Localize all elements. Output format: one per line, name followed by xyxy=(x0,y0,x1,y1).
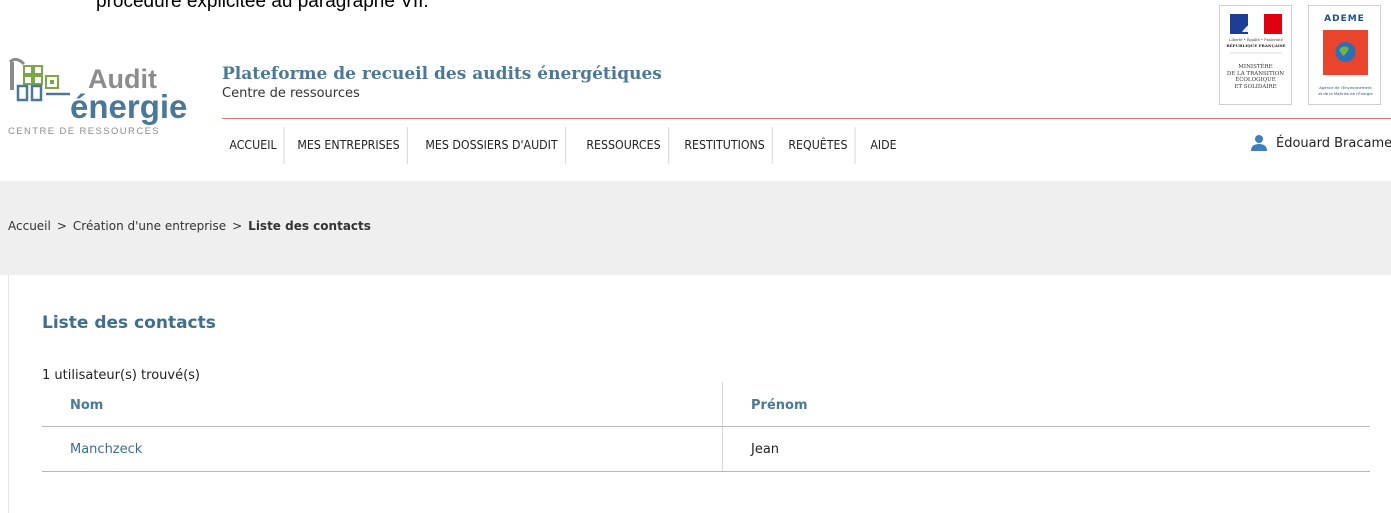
ministry-logo[interactable]: Liberté • Égalité • Fraternité RÉPUBLIQU… xyxy=(1219,5,1292,105)
nav-item-mes-dossiers-audit[interactable]: Mes dossiers d'audit xyxy=(418,126,567,164)
breadcrumb-item-creation-entreprise[interactable]: Création d'une entreprise xyxy=(73,219,226,233)
main-nav: Accueil Mes entreprises Mes dossiers d'a… xyxy=(222,126,907,164)
column-header-nom[interactable]: Nom xyxy=(42,382,722,426)
marianne-icon: Liberté • Égalité • Fraternité RÉPUBLIQU… xyxy=(1226,14,1286,54)
breadcrumb: Accueil > Création d'une entreprise > Li… xyxy=(8,219,371,233)
nav-item-accueil[interactable]: Accueil xyxy=(222,126,285,164)
partner-logos: Liberté • Égalité • Fraternité RÉPUBLIQU… xyxy=(1219,5,1381,105)
cell-nom: Manchzeck xyxy=(42,427,722,471)
breadcrumb-item-accueil[interactable]: Accueil xyxy=(8,219,51,233)
contacts-table: Nom Prénom Manchzeck Jean xyxy=(42,382,1370,472)
nav-item-requetes[interactable]: Requêtes xyxy=(781,126,857,164)
logo-tagline: CENTRE DE RESSOURCES xyxy=(8,126,161,137)
user-menu[interactable]: Édouard Bracame ⌄ xyxy=(1250,134,1391,152)
nav-item-restitutions[interactable]: Restitutions xyxy=(677,126,774,164)
page-title: Liste des contacts xyxy=(42,313,216,333)
ademe-caption-1: Agence de l'Environnement xyxy=(1319,85,1372,90)
table-header-row: Nom Prénom xyxy=(42,382,1370,427)
column-header-prenom[interactable]: Prénom xyxy=(722,382,1370,426)
breadcrumb-band: Accueil > Création d'une entreprise > Li… xyxy=(0,181,1391,275)
table-row: Manchzeck Jean xyxy=(42,427,1370,472)
platform-subtitle: Centre de ressources xyxy=(222,86,360,101)
contact-link[interactable]: Manchzeck xyxy=(70,442,142,457)
breadcrumb-separator: > xyxy=(56,219,67,233)
ademe-emblem-icon: Agence de l'Environnement et de la Maîtr… xyxy=(1318,30,1373,96)
ministry-line: ET SOLIDAIRE xyxy=(1234,83,1277,90)
ademe-caption-2: et de la Maîtrise de l'Énergie xyxy=(1318,91,1373,96)
breadcrumb-separator: > xyxy=(232,219,243,233)
logo-graphic: Audit énergie xyxy=(8,57,187,125)
cell-prenom: Jean xyxy=(722,427,1370,471)
results-count: 1 utilisateur(s) trouvé(s) xyxy=(42,368,200,383)
ministry-republic: RÉPUBLIQUE FRANÇAISE xyxy=(1226,43,1285,48)
breadcrumb-item-current: Liste des contacts xyxy=(248,219,371,233)
ministry-motto: Liberté • Égalité • Fraternité xyxy=(1229,37,1283,42)
nav-item-mes-entreprises[interactable]: Mes entreprises xyxy=(290,126,409,164)
nav-item-ressources[interactable]: Ressources xyxy=(579,126,670,164)
ministry-name: MINISTÈRE DE LA TRANSITION ÉCOLOGIQUE ET… xyxy=(1220,64,1291,90)
user-icon xyxy=(1251,135,1267,151)
platform-title: Plateforme de recueil des audits énergét… xyxy=(222,64,662,84)
user-name: Édouard Bracame xyxy=(1276,135,1391,151)
nav-item-aide[interactable]: Aide xyxy=(863,127,904,164)
document-text-fragment: procédure explicitée au paragraphe VII. xyxy=(96,0,429,12)
header-divider xyxy=(222,118,1391,119)
logo-word-energie: énergie xyxy=(70,88,187,125)
ademe-logo[interactable]: ADEME Agence de l'Environnement et de la… xyxy=(1308,5,1381,105)
